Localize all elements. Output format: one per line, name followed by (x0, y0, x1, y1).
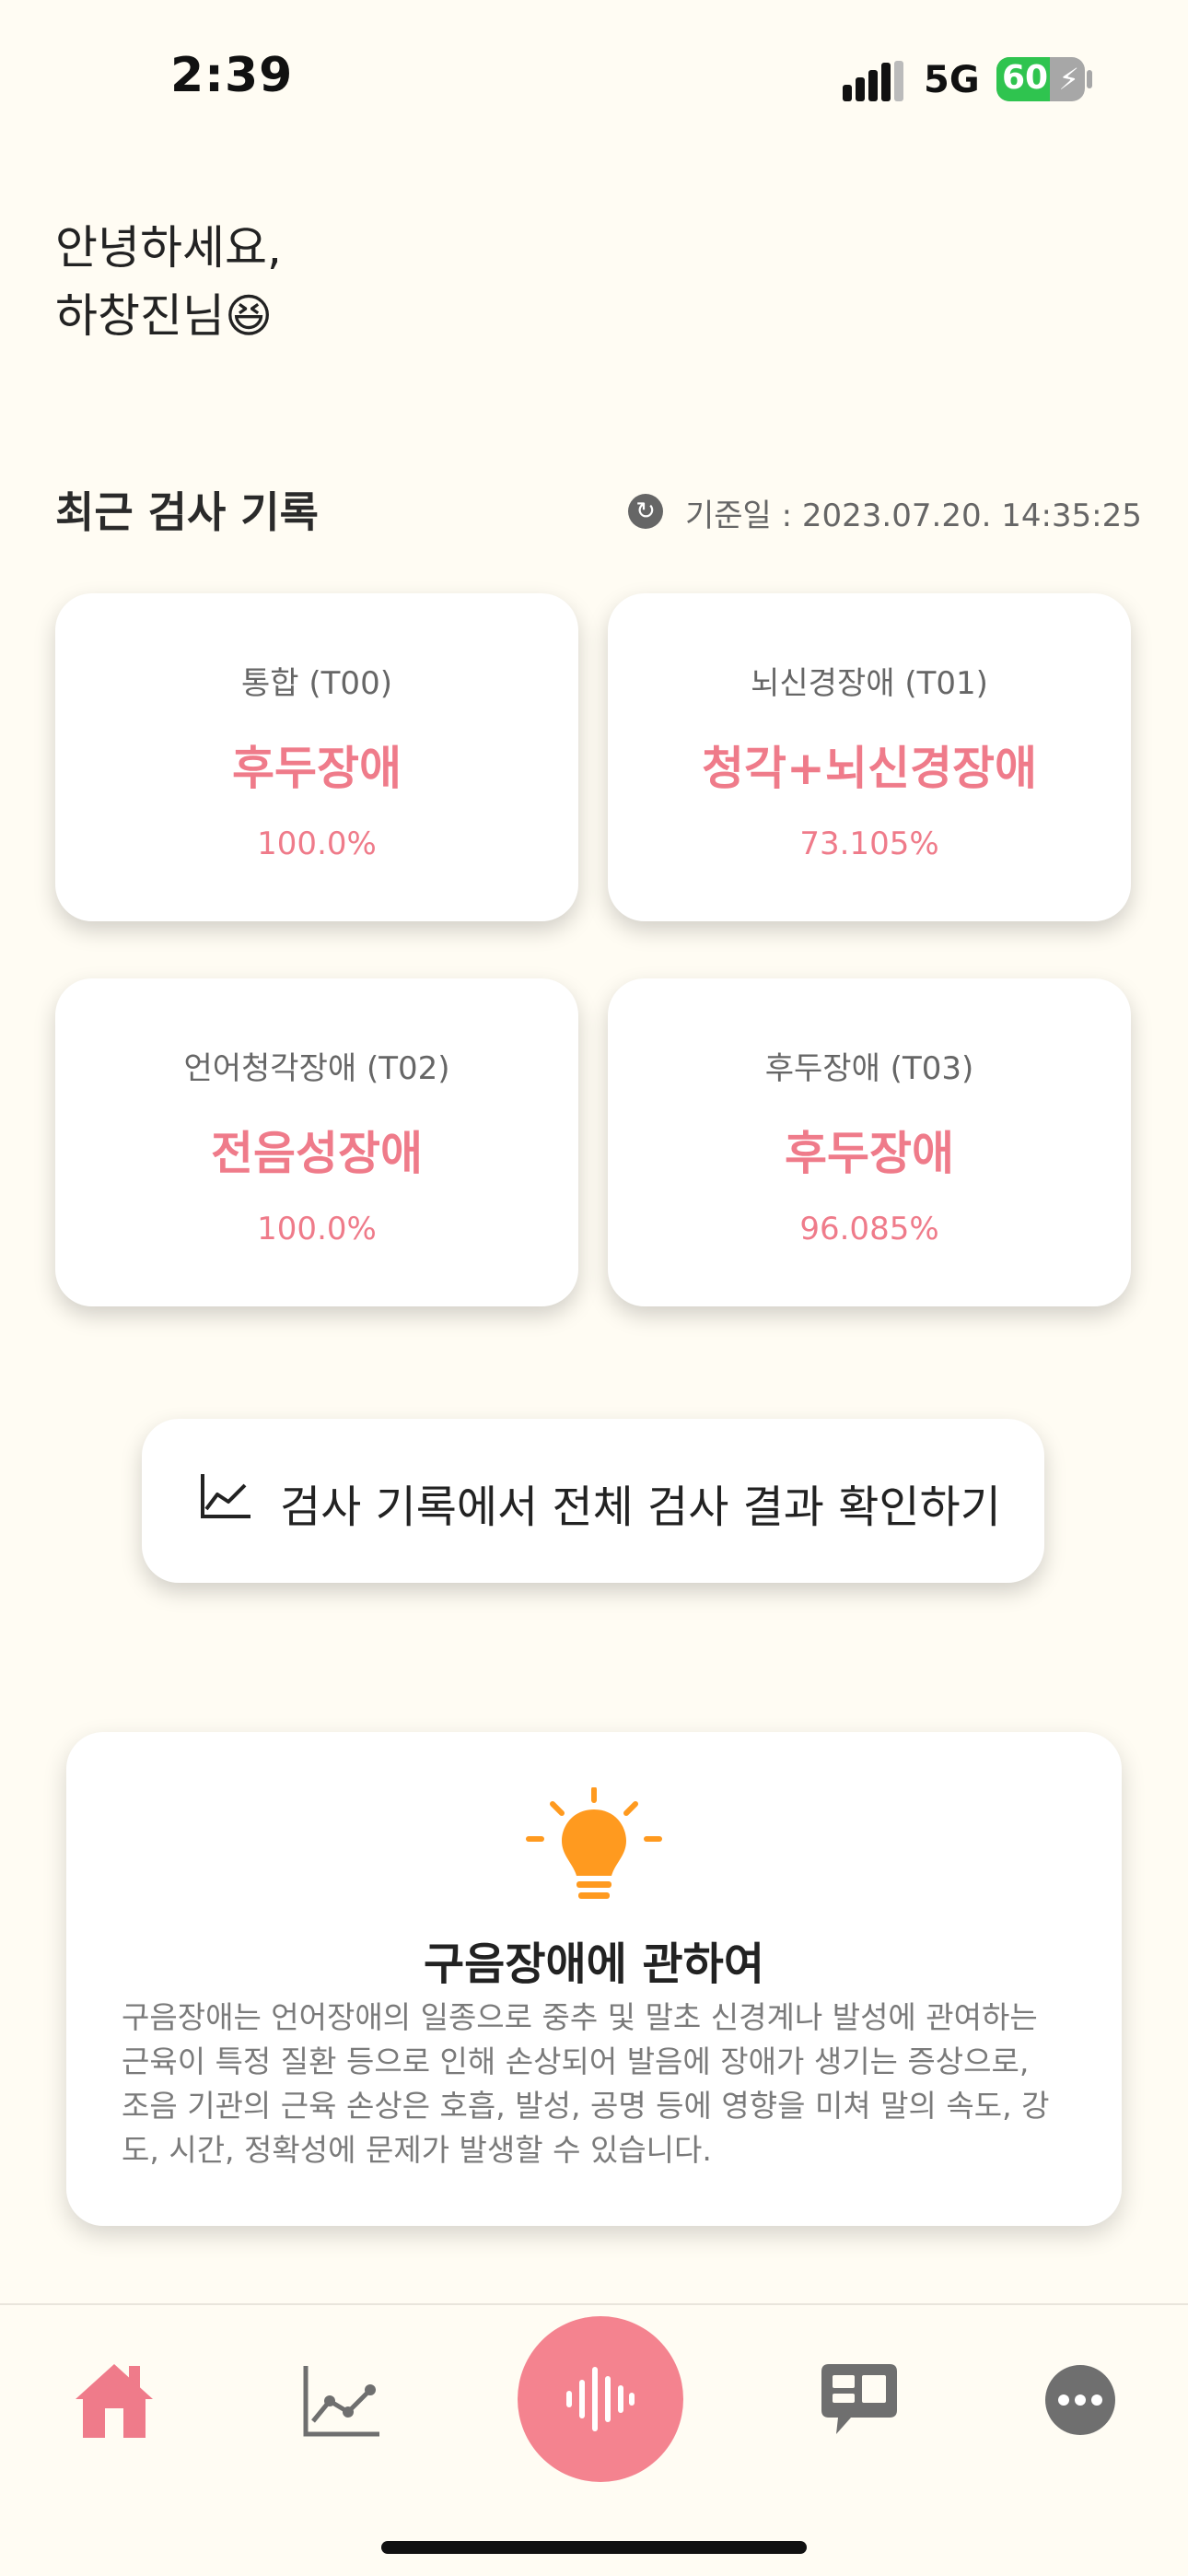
base-date: 기준일 : 2023.07.20. 14:35:25 (685, 498, 1142, 534)
view-all-results-button[interactable]: 검사 기록에서 전체 검사 결과 확인하기 (142, 1419, 1044, 1583)
charging-bolt-icon: ⚡ (1058, 62, 1079, 97)
voice-record-button[interactable] (518, 2316, 683, 2482)
result-card-t01[interactable]: 뇌신경장애 (T01) 청각+뇌신경장애 73.105% (608, 593, 1131, 921)
status-time: 2:39 (170, 48, 294, 103)
battery-cap (1087, 70, 1092, 88)
card-result: 청각+뇌신경장애 (702, 742, 1037, 795)
voice-record-icon (566, 2367, 635, 2431)
card-test-name: 후두장애 (T03) (764, 1050, 974, 1087)
result-card-t02[interactable]: 언어청각장애 (T02) 전음성장애 100.0% (55, 978, 578, 1306)
battery-percent: 60 (1002, 59, 1049, 97)
greeting-user-name: 하창진님😆 (55, 289, 274, 343)
refresh-icon[interactable]: ↻ (628, 494, 663, 529)
line-chart-icon (201, 1474, 250, 1518)
recent-records-title: 최근 검사 기록 (55, 487, 319, 537)
info-title: 구음장애에 관하여 (424, 1938, 764, 1990)
chart-icon[interactable] (302, 2364, 381, 2438)
home-icon[interactable] (72, 2360, 157, 2440)
card-result: 후두장애 (232, 742, 402, 795)
card-percent: 100.0% (257, 825, 377, 862)
info-card: 구음장애에 관하여 구음장애는 언어장애의 일종으로 중추 및 말초 신경계나 … (66, 1732, 1122, 2226)
card-percent: 100.0% (257, 1211, 377, 1247)
info-body: 구음장애는 언어장애의 일종으로 중추 및 말초 신경계나 발성에 관여하는 근… (122, 1999, 1050, 2168)
card-percent: 96.085% (799, 1211, 939, 1247)
more-icon[interactable] (1044, 2364, 1116, 2436)
card-test-name: 뇌신경장애 (T01) (751, 665, 988, 702)
card-percent: 73.105% (799, 825, 939, 862)
greeting: 안녕하세요, 하창진님😆 (55, 214, 282, 350)
signal-icon (843, 61, 903, 101)
result-card-t00[interactable]: 통합 (T00) 후두장애 100.0% (55, 593, 578, 921)
chat-icon[interactable] (820, 2362, 899, 2438)
battery-indicator: 60 ⚡ (996, 57, 1085, 101)
card-test-name: 언어청각장애 (T02) (183, 1050, 450, 1087)
card-result: 전음성장애 (211, 1127, 423, 1180)
greeting-line-1: 안녕하세요, (55, 221, 282, 275)
card-result: 후두장애 (785, 1127, 954, 1180)
network-type: 5G (924, 59, 980, 101)
view-all-results-label: 검사 기록에서 전체 검사 결과 확인하기 (280, 1481, 1001, 1533)
nav-divider (0, 2303, 1188, 2305)
lightbulb-icon (526, 1787, 662, 1899)
result-card-t03[interactable]: 후두장애 (T03) 후두장애 96.085% (608, 978, 1131, 1306)
home-indicator (381, 2541, 807, 2554)
card-test-name: 통합 (T00) (241, 665, 392, 702)
